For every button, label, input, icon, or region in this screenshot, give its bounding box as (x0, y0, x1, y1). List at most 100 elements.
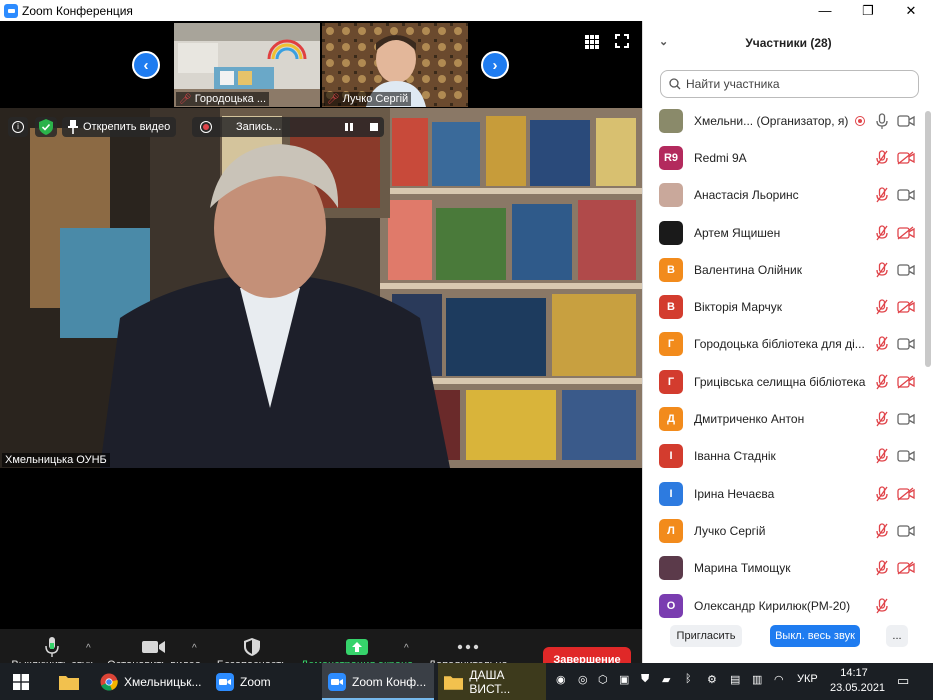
unpin-video-button[interactable]: Открепить видео (62, 117, 177, 137)
tray-icon[interactable]: ◎ (578, 673, 588, 686)
video-camera-icon[interactable] (897, 263, 915, 277)
taskbar-item[interactable]: Zoom Конф... (322, 663, 434, 700)
security-tray-icon[interactable]: ⬡ (598, 673, 608, 686)
mic-muted-icon[interactable] (875, 336, 889, 352)
notifications-icon[interactable]: ▭ (897, 673, 909, 689)
participant-row[interactable]: Анастасія Льоринс (643, 177, 923, 214)
prev-page-button[interactable]: ‹ (132, 51, 160, 79)
participant-row[interactable]: Г Грицівська селищна бібліотека (643, 363, 923, 400)
avatar (659, 183, 683, 208)
wifi-icon[interactable]: ◠ (774, 673, 784, 686)
file-explorer-button[interactable] (50, 663, 88, 700)
participant-name: Дмитриченко Антон (694, 412, 805, 427)
participant-row[interactable]: В Вікторія Марчук (643, 288, 923, 325)
recording-indicator: Запись... (192, 117, 384, 137)
participant-row[interactable]: В Валентина Олійник (643, 251, 923, 288)
thumbnail-name: Лучко Сергій (342, 93, 409, 105)
mic-muted-icon[interactable] (875, 523, 889, 539)
recording-icon (855, 115, 865, 126)
participant-row[interactable]: Марина Тимощук (643, 550, 923, 587)
stop-recording-icon[interactable] (369, 122, 379, 132)
tray-icon[interactable]: ⚙ (707, 673, 717, 686)
mic-muted-icon[interactable] (875, 150, 889, 166)
mic-muted-icon[interactable] (875, 262, 889, 278)
taskbar-item[interactable]: ДАША ВИСТ... (438, 663, 546, 700)
participants-more-button[interactable]: ... (886, 625, 908, 647)
fullscreen-icon[interactable] (615, 34, 629, 48)
avatar: Д (659, 407, 683, 432)
video-off-icon[interactable] (897, 226, 915, 240)
participant-row[interactable]: Г Городоцька бібліотека для ді... (643, 326, 923, 363)
tray-icon[interactable]: ▤ (730, 673, 740, 686)
mic-muted-icon[interactable] (875, 187, 889, 203)
invite-button[interactable]: Пригласить (670, 625, 742, 647)
close-button[interactable]: ✕ (889, 0, 933, 21)
mic-muted-icon[interactable] (875, 299, 889, 315)
zoom-icon (216, 672, 234, 691)
pause-recording-icon[interactable] (344, 122, 354, 132)
bluetooth-tray-icon[interactable]: ᛒ (685, 673, 692, 685)
video-options-caret-icon[interactable]: ^ (192, 643, 197, 654)
taskbar-item-label: ДАША ВИСТ... (469, 667, 511, 696)
taskbar-item[interactable]: Zoom (210, 663, 320, 700)
maximize-button[interactable]: ❐ (846, 0, 890, 21)
encryption-shield-icon[interactable] (35, 117, 57, 137)
participants-scrollbar[interactable] (925, 111, 931, 367)
start-button[interactable] (0, 663, 42, 700)
nvidia-tray-icon[interactable]: ▰ (662, 673, 670, 686)
mic-muted-icon[interactable] (875, 224, 889, 241)
shield-tray-icon[interactable]: ⛊ (641, 673, 649, 686)
video-off-icon[interactable] (897, 151, 915, 165)
windows-logo-icon (13, 673, 29, 690)
avatar: Г (659, 369, 683, 394)
meeting-info-button[interactable]: i (8, 117, 28, 137)
taskbar-item-label: Хмельницьк... (124, 674, 202, 689)
video-camera-icon[interactable] (897, 114, 915, 128)
tray-icon[interactable]: ▣ (619, 673, 629, 686)
video-camera-icon[interactable] (897, 449, 915, 463)
video-off-icon[interactable] (897, 300, 915, 314)
mic-muted-icon[interactable] (875, 411, 889, 427)
video-off-icon[interactable] (897, 561, 915, 575)
clock-time: 14:17 (840, 667, 868, 679)
participant-row[interactable]: R9 Redmi 9A (643, 139, 923, 176)
tray-icon[interactable]: ▥ (752, 673, 762, 686)
thumbnail-video[interactable]: 🎤︎ Городоцька ... (174, 23, 320, 107)
thumbnail-video[interactable]: 🎤︎ Лучко Сергій (322, 23, 468, 107)
share-options-caret-icon[interactable]: ^ (404, 643, 409, 654)
network-tray-icon[interactable]: ◉ (556, 673, 566, 686)
video-off-icon[interactable] (897, 487, 915, 501)
participant-row[interactable]: О Олександр Кирилюк(РМ-20) (643, 587, 923, 624)
language-indicator[interactable]: УКР (797, 673, 818, 685)
participant-row[interactable]: І Ірина Нечаєва (643, 475, 923, 512)
clock[interactable]: 14:17 23.05.2021 (830, 666, 885, 696)
participant-row[interactable]: Хмельни... (Организатор, я) (643, 102, 923, 139)
microphone-icon (44, 635, 60, 659)
mic-muted-icon[interactable] (875, 485, 889, 502)
video-off-icon[interactable] (897, 375, 915, 389)
participant-row[interactable]: Л Лучко Сергій (643, 512, 923, 549)
participant-row[interactable]: І Іванна Стаднік (643, 438, 923, 475)
video-camera-icon[interactable] (897, 524, 915, 538)
taskbar-item[interactable]: Хмельницьк... (94, 663, 206, 700)
minimize-button[interactable]: — (803, 0, 847, 21)
participant-row[interactable]: Д Дмитриченко Антон (643, 400, 923, 437)
mic-muted-icon[interactable] (875, 597, 889, 614)
video-camera-icon[interactable] (897, 412, 915, 426)
next-page-button[interactable]: › (481, 51, 509, 79)
collapse-chevron-icon[interactable]: ⌄ (659, 35, 668, 48)
audio-options-caret-icon[interactable]: ^ (86, 643, 91, 654)
mute-all-button[interactable]: Выкл. весь звук (770, 625, 860, 647)
mic-muted-icon[interactable] (875, 560, 889, 576)
avatar (659, 220, 683, 245)
video-camera-icon[interactable] (897, 188, 915, 202)
participant-search-input[interactable]: Найти участника (660, 70, 919, 98)
participant-name: Олександр Кирилюк(РМ-20) (694, 598, 851, 613)
gallery-view-icon[interactable] (585, 35, 599, 49)
participant-name: Вікторія Марчук (694, 300, 782, 315)
mic-muted-icon[interactable] (875, 448, 889, 464)
video-camera-icon[interactable] (897, 337, 915, 351)
mic-muted-icon[interactable] (875, 374, 889, 390)
participant-row[interactable]: Артем Ящишен (643, 214, 923, 251)
microphone-icon[interactable] (875, 112, 889, 129)
